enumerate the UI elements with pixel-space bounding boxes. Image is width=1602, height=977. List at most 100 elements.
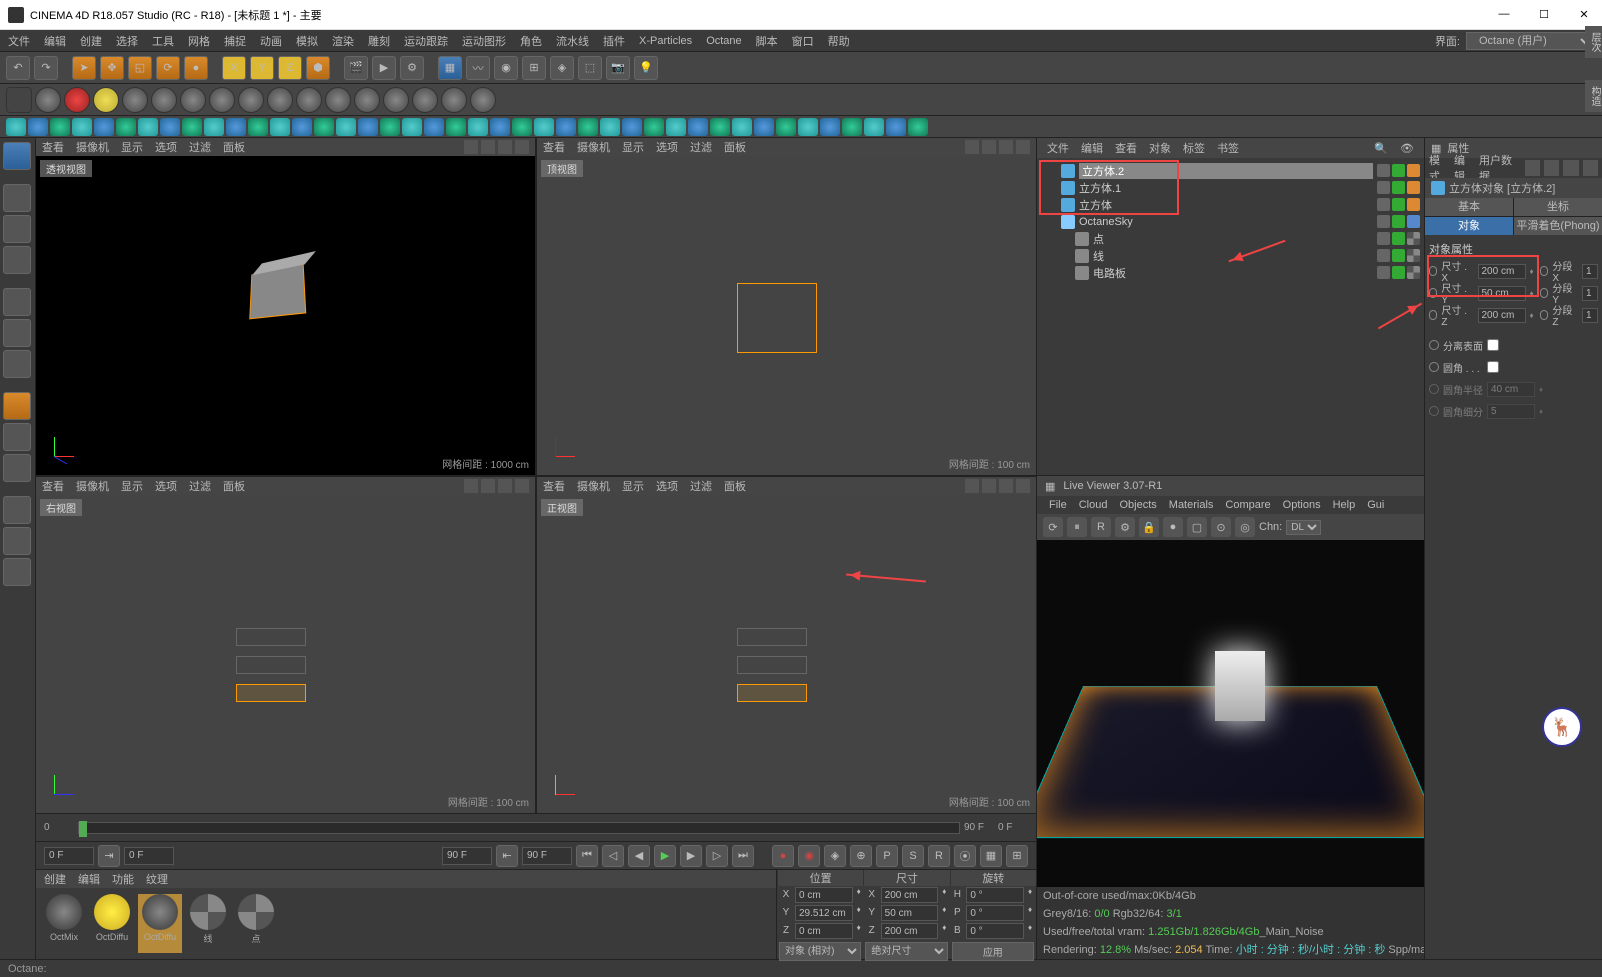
- lv-rebuild-button[interactable]: R: [1091, 517, 1111, 537]
- vp-nav-icon[interactable]: [481, 140, 495, 154]
- scene-button[interactable]: ⬚: [578, 56, 602, 80]
- mograph-btn-18[interactable]: [402, 118, 422, 136]
- tag-icon[interactable]: [1392, 249, 1405, 262]
- close-button[interactable]: ✕: [1574, 8, 1594, 21]
- mograph-btn-24[interactable]: [534, 118, 554, 136]
- structure-tab[interactable]: 构造: [1585, 80, 1602, 112]
- axis-y-button[interactable]: Y: [250, 56, 274, 80]
- autokey-button[interactable]: ◉: [798, 845, 820, 867]
- menu-character[interactable]: 角色: [520, 33, 542, 49]
- goto-start-button[interactable]: ⏮: [576, 845, 598, 867]
- tag-icon[interactable]: [1377, 215, 1390, 228]
- mograph-btn-28[interactable]: [622, 118, 642, 136]
- material-swatch[interactable]: 点: [234, 894, 278, 953]
- camera-button[interactable]: 📷: [606, 56, 630, 80]
- mograph-btn-7[interactable]: [160, 118, 180, 136]
- menu-simulate[interactable]: 模拟: [296, 33, 318, 49]
- magnet-button[interactable]: [3, 496, 31, 524]
- oct-btn-6[interactable]: [180, 87, 206, 113]
- tag-icon[interactable]: [1392, 232, 1405, 245]
- size-x-input[interactable]: [1478, 264, 1526, 279]
- size-z-input[interactable]: [1478, 308, 1526, 323]
- tag-icon[interactable]: [1377, 249, 1390, 262]
- timeline-track[interactable]: [78, 822, 960, 834]
- tag-icon[interactable]: [1377, 232, 1390, 245]
- rot-B-input[interactable]: [966, 923, 1024, 939]
- workplane2-button[interactable]: [3, 558, 31, 586]
- lv-pause-button[interactable]: ⏸: [1067, 517, 1087, 537]
- mograph-btn-19[interactable]: [424, 118, 444, 136]
- tag-icon[interactable]: [1377, 181, 1390, 194]
- tag-icon[interactable]: [1377, 198, 1390, 211]
- mograph-btn-0[interactable]: [6, 118, 26, 136]
- axis-x-button[interactable]: X: [222, 56, 246, 80]
- tag-icon[interactable]: [1392, 164, 1405, 177]
- next-key-button[interactable]: ▷: [706, 845, 728, 867]
- size-Y-input[interactable]: [881, 905, 939, 921]
- frame-field[interactable]: [442, 847, 492, 865]
- coord-apply-button[interactable]: 应用: [952, 942, 1034, 961]
- lv-settings-button[interactable]: ⚙: [1115, 517, 1135, 537]
- oct-btn-5[interactable]: [151, 87, 177, 113]
- menu-mesh[interactable]: 网格: [188, 33, 210, 49]
- menu-tools[interactable]: 工具: [152, 33, 174, 49]
- material-swatch[interactable]: 线: [186, 894, 230, 953]
- mograph-btn-14[interactable]: [314, 118, 334, 136]
- mograph-btn-10[interactable]: [226, 118, 246, 136]
- menu-octane[interactable]: Octane: [706, 35, 741, 47]
- render-view[interactable]: Check:0ms /1ms, MeshGen:0ms, update[o]:0…: [1037, 540, 1424, 887]
- mograph-btn-4[interactable]: [94, 118, 114, 136]
- channel-select[interactable]: DL: [1286, 520, 1321, 535]
- light-button[interactable]: 💡: [634, 56, 658, 80]
- workplane-button[interactable]: [3, 246, 31, 274]
- lv-clip-button[interactable]: ▢: [1187, 517, 1207, 537]
- mograph-btn-25[interactable]: [556, 118, 576, 136]
- nurbs-button[interactable]: ◉: [494, 56, 518, 80]
- mograph-btn-40[interactable]: [886, 118, 906, 136]
- tag-icon[interactable]: [1392, 181, 1405, 194]
- deformer-button[interactable]: ◈: [550, 56, 574, 80]
- oct-btn-record[interactable]: [64, 87, 90, 113]
- menu-motion-track[interactable]: 运动跟踪: [404, 33, 448, 49]
- model-mode-button[interactable]: [3, 184, 31, 212]
- frame-end-field[interactable]: [522, 847, 572, 865]
- mograph-btn-27[interactable]: [600, 118, 620, 136]
- oct-btn-13[interactable]: [383, 87, 409, 113]
- tag-icon[interactable]: [1377, 266, 1390, 279]
- vp-nav-icon[interactable]: [498, 140, 512, 154]
- axis-mode-button[interactable]: [3, 392, 31, 420]
- menu-mograph[interactable]: 运动图形: [462, 33, 506, 49]
- mograph-btn-15[interactable]: [336, 118, 356, 136]
- pos-Y-input[interactable]: [795, 905, 853, 921]
- mograph-btn-11[interactable]: [248, 118, 268, 136]
- oct-btn-14[interactable]: [412, 87, 438, 113]
- frame-field[interactable]: [124, 847, 174, 865]
- frame-start-field[interactable]: [44, 847, 94, 865]
- size-X-input[interactable]: [881, 887, 939, 903]
- grid-button[interactable]: [3, 527, 31, 555]
- search-icon[interactable]: 🔍: [1374, 142, 1388, 155]
- menu-window[interactable]: 窗口: [792, 33, 814, 49]
- rot-P-input[interactable]: [966, 905, 1024, 921]
- nav-back-icon[interactable]: [1525, 160, 1540, 176]
- keyframe-button[interactable]: ◈: [824, 845, 846, 867]
- mograph-btn-39[interactable]: [864, 118, 884, 136]
- undo-button[interactable]: ↶: [6, 56, 30, 80]
- oct-btn-sun[interactable]: [93, 87, 119, 113]
- oct-btn-8[interactable]: [238, 87, 264, 113]
- pos-Z-input[interactable]: [795, 923, 853, 939]
- tag-icon[interactable]: [1407, 198, 1420, 211]
- mograph-btn-8[interactable]: [182, 118, 202, 136]
- mograph-btn-41[interactable]: [908, 118, 928, 136]
- tag-icon[interactable]: [1407, 266, 1420, 279]
- viewport-button[interactable]: [3, 423, 31, 451]
- poly-mode-button[interactable]: [3, 350, 31, 378]
- tag-icon[interactable]: [1392, 266, 1405, 279]
- separate-checkbox[interactable]: [1487, 339, 1499, 351]
- layout-dropdown[interactable]: Octane (用户): [1466, 32, 1594, 50]
- tag-icon[interactable]: [1407, 164, 1420, 177]
- texture-mode-button[interactable]: [3, 215, 31, 243]
- nav-up-icon[interactable]: [1563, 160, 1578, 176]
- edge-mode-button[interactable]: [3, 319, 31, 347]
- oct-btn-9[interactable]: [267, 87, 293, 113]
